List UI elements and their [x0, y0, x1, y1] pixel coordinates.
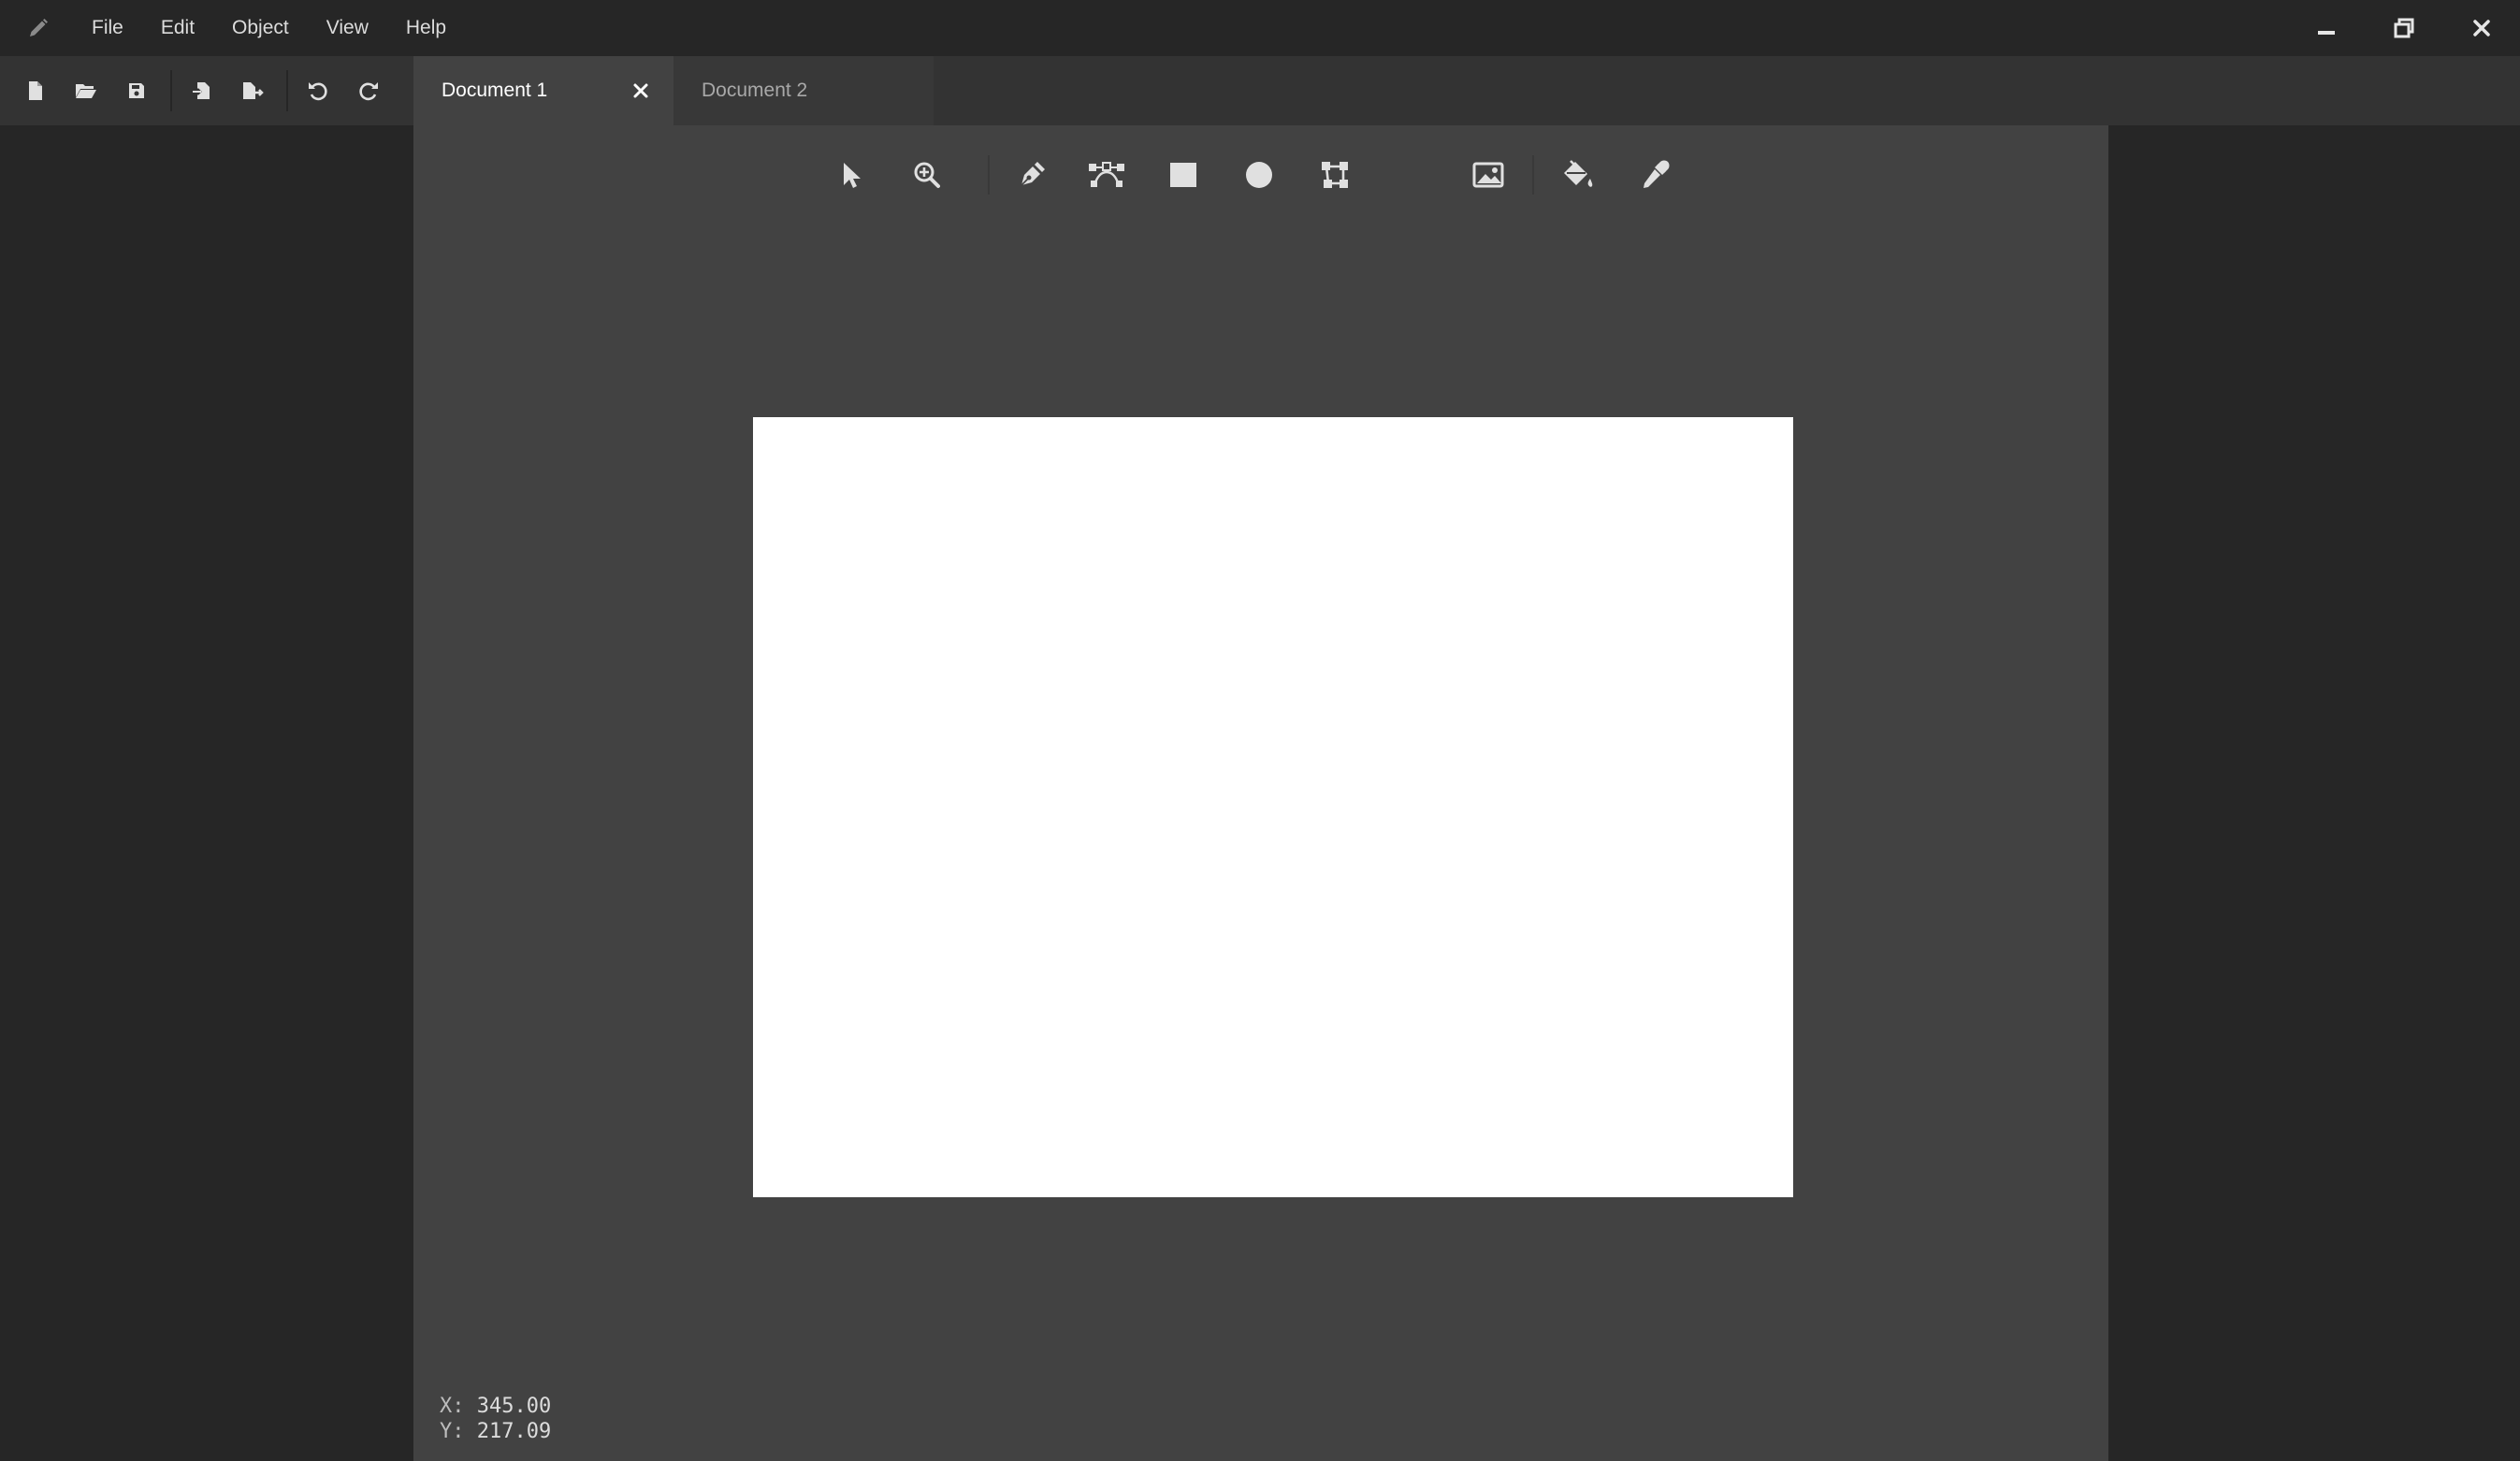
menu-help[interactable]: Help — [387, 0, 465, 56]
app-window: File Edit Object View Help Document 1 Do… — [0, 0, 2520, 1461]
window-controls — [2287, 0, 2520, 56]
export-button[interactable] — [236, 74, 269, 108]
menu-view[interactable]: View — [308, 0, 387, 56]
pen-tool-button[interactable] — [1007, 150, 1057, 200]
y-value: 217.09 — [476, 1420, 552, 1443]
ellipse-icon — [1246, 162, 1272, 188]
transform-tool-button[interactable] — [1310, 150, 1360, 200]
document-tabs: Document 1 Document 2 — [413, 56, 934, 125]
new-file-icon — [29, 81, 42, 100]
rectangle-tool-button[interactable] — [1158, 150, 1209, 200]
tab-document-1[interactable]: Document 1 — [413, 56, 673, 125]
right-panel — [2108, 125, 2520, 1461]
save-icon — [129, 83, 144, 98]
close-window-button[interactable] — [2442, 0, 2520, 56]
drawing-toolbar — [413, 150, 2108, 200]
toolbar-row: Document 1 Document 2 — [0, 56, 2520, 125]
close-icon — [633, 83, 648, 98]
ellipse-tool-button[interactable] — [1234, 150, 1284, 200]
drawing-canvas[interactable] — [753, 417, 1793, 1197]
y-label: Y: — [440, 1420, 465, 1443]
menu-edit[interactable]: Edit — [142, 0, 213, 56]
toolbar-divider — [1532, 155, 1534, 195]
import-icon — [193, 82, 210, 99]
minimize-icon — [2317, 31, 2335, 35]
pencil-icon — [24, 14, 52, 42]
select-tool-button[interactable] — [825, 150, 876, 200]
node-edit-icon — [1089, 162, 1124, 187]
open-file-button[interactable] — [69, 74, 103, 108]
x-coordinate: X: 345.00 — [440, 1394, 551, 1419]
toolbar-divider — [988, 155, 990, 195]
menu-object[interactable]: Object — [213, 0, 308, 56]
redo-icon — [359, 82, 378, 101]
left-panel — [0, 125, 413, 1461]
eyedropper-icon — [1644, 160, 1670, 188]
image-icon — [1472, 162, 1504, 188]
menu-bar: File Edit Object View Help — [73, 0, 465, 56]
export-icon — [243, 82, 264, 99]
minimize-button[interactable] — [2287, 0, 2365, 56]
redo-button[interactable] — [352, 74, 385, 108]
title-bar: File Edit Object View Help — [0, 0, 2520, 56]
x-value: 345.00 — [476, 1395, 552, 1418]
node-tool-button[interactable] — [1081, 150, 1132, 200]
menu-file[interactable]: File — [73, 0, 142, 56]
toolbar-divider — [286, 70, 288, 111]
tab-label: Document 1 — [442, 80, 548, 101]
save-button[interactable] — [120, 74, 153, 108]
tab-document-2[interactable]: Document 2 — [673, 56, 934, 125]
open-folder-icon — [76, 84, 96, 98]
eyedropper-tool-button[interactable] — [1629, 150, 1680, 200]
y-coordinate: Y: 217.09 — [440, 1419, 551, 1444]
paint-bucket-icon — [1564, 160, 1593, 187]
undo-button[interactable] — [301, 74, 335, 108]
close-icon — [2472, 20, 2490, 36]
select-arrow-icon — [844, 163, 861, 188]
cursor-coordinates: X: 345.00 Y: 217.09 — [440, 1394, 551, 1444]
toolbar-divider — [170, 70, 172, 111]
import-button[interactable] — [185, 74, 219, 108]
restore-button[interactable] — [2365, 0, 2442, 56]
workspace: X: 345.00 Y: 217.09 — [413, 125, 2108, 1461]
zoom-tool-button[interactable] — [902, 150, 952, 200]
x-label: X: — [440, 1395, 465, 1418]
image-tool-button[interactable] — [1463, 150, 1513, 200]
tab-close-button[interactable] — [629, 79, 653, 103]
new-file-button[interactable] — [19, 74, 52, 108]
rectangle-icon — [1170, 163, 1196, 187]
file-toolbar — [0, 56, 413, 125]
tab-label: Document 2 — [702, 80, 808, 101]
pen-icon — [1021, 162, 1045, 186]
fill-tool-button[interactable] — [1553, 150, 1603, 200]
restore-icon — [2394, 18, 2413, 38]
transform-icon — [1322, 162, 1348, 188]
zoom-in-icon — [914, 162, 940, 188]
undo-icon — [309, 82, 327, 101]
